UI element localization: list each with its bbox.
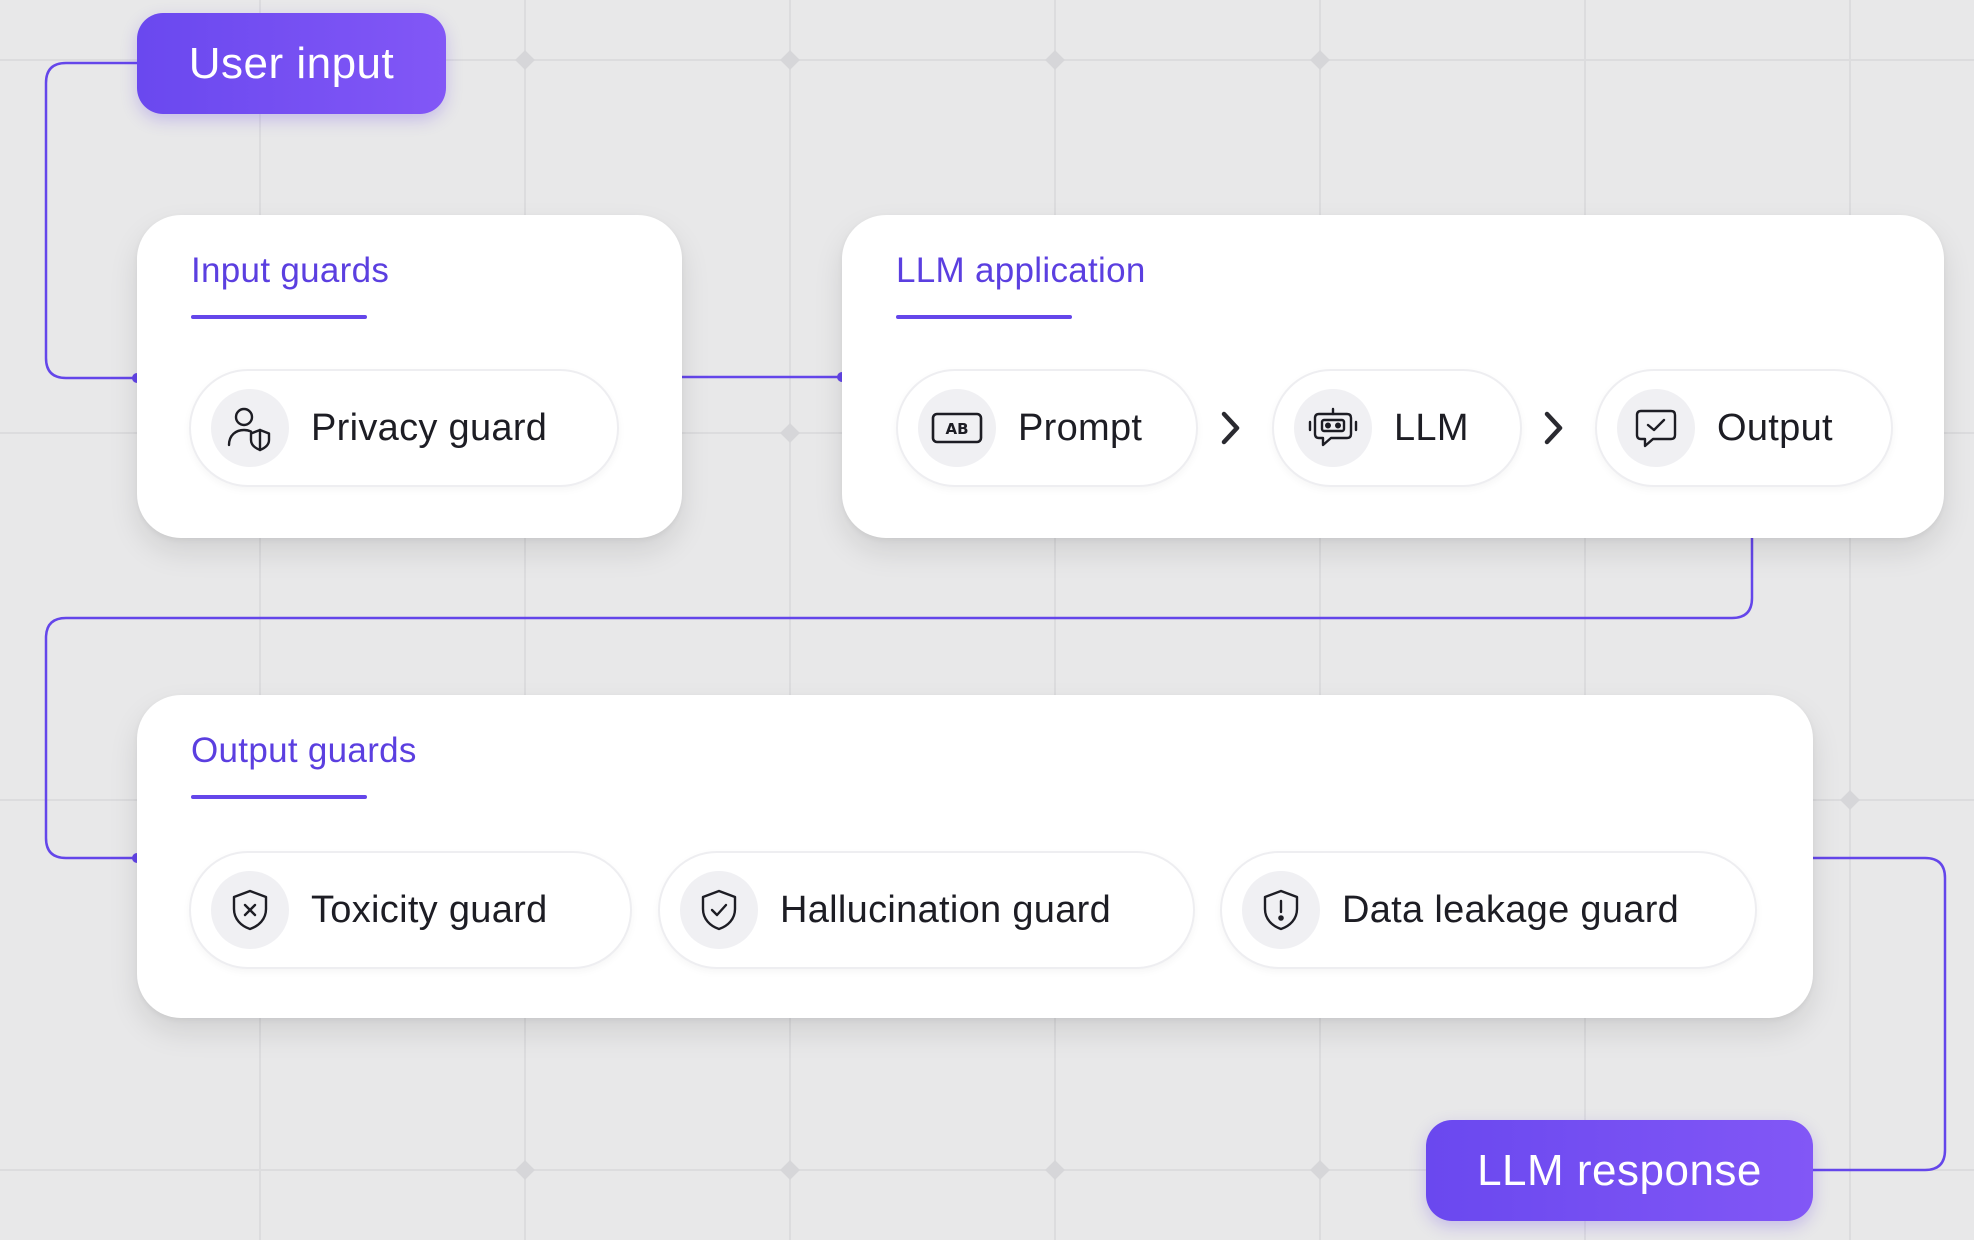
connector-lines [44, 61, 1947, 1172]
output-label: Output [1717, 406, 1833, 449]
llm-response-label: LLM response [1477, 1145, 1762, 1195]
output-guards-title: Output guards [191, 731, 417, 770]
privacy-guard-chip: Privacy guard [189, 369, 619, 487]
hallucination-guard-label: Hallucination guard [780, 888, 1112, 931]
llm-application-title: LLM application [896, 251, 1146, 290]
output-guards-card: Output guards Toxicity guard Hallucinati… [137, 695, 1813, 1018]
user-input-label: User input [188, 38, 395, 88]
chat-check-icon [1617, 389, 1695, 467]
user-shield-icon [211, 389, 289, 467]
wire-output-guards-to-llm-response [1813, 856, 1947, 1172]
ab-text-icon: AB [918, 389, 996, 467]
toxicity-guard-chip: Toxicity guard [189, 851, 632, 969]
title-underline [191, 795, 367, 799]
output-chip: Output [1595, 369, 1893, 487]
prompt-label: Prompt [1018, 406, 1143, 449]
data-leakage-guard-chip: Data leakage guard [1220, 851, 1757, 969]
prompt-chip: AB Prompt [896, 369, 1198, 487]
robot-chip-icon [1294, 389, 1372, 467]
shield-x-icon [211, 871, 289, 949]
user-input-node: User input [137, 13, 446, 114]
input-guards-card: Input guards Privacy guard [137, 215, 682, 538]
llm-label: LLM [1394, 406, 1469, 449]
privacy-guard-label: Privacy guard [311, 406, 548, 449]
toxicity-guard-label: Toxicity guard [311, 888, 548, 931]
title-underline [896, 315, 1072, 319]
svg-text:AB: AB [945, 420, 968, 438]
shield-exclamation-icon [1242, 871, 1320, 949]
llm-application-card: LLM application AB Prompt LLM Output [842, 215, 1944, 538]
shield-check-icon [680, 871, 758, 949]
data-leakage-guard-label: Data leakage guard [1342, 888, 1680, 931]
wire-user-input-to-input-guards [44, 61, 137, 380]
llm-chip: LLM [1272, 369, 1522, 487]
input-guards-title: Input guards [191, 251, 390, 290]
hallucination-guard-chip: Hallucination guard [658, 851, 1195, 969]
title-underline [191, 315, 367, 319]
chevron-right-icon [1221, 411, 1240, 445]
llm-response-node: LLM response [1426, 1120, 1813, 1221]
chevron-right-icon [1544, 411, 1563, 445]
